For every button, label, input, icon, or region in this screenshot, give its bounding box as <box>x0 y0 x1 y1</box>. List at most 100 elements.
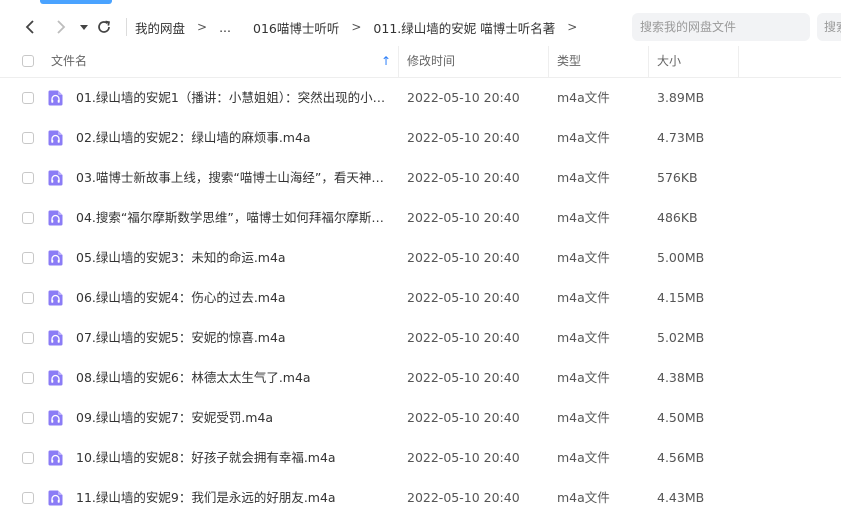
column-header-name[interactable]: 文件名 <box>51 46 87 77</box>
row-checkbox[interactable] <box>22 492 34 504</box>
column-divider[interactable] <box>398 46 399 77</box>
file-name[interactable]: 06.绿山墙的安妮4：伤心的过去.m4a <box>76 278 390 318</box>
table-row[interactable]: 07.绿山墙的安妮5：安妮的惊喜.m4a 2022-05-10 20:40 m4… <box>0 318 841 358</box>
table-row[interactable]: 09.绿山墙的安妮7：安妮受罚.m4a 2022-05-10 20:40 m4a… <box>0 398 841 438</box>
breadcrumb-separator-icon: > <box>197 20 208 34</box>
table-row[interactable]: 02.绿山墙的安妮2：绿山墙的麻烦事.m4a 2022-05-10 20:40 … <box>0 118 841 158</box>
top-tab-accent <box>40 0 112 4</box>
file-type: m4a文件 <box>557 170 610 185</box>
file-type: m4a文件 <box>557 370 610 385</box>
file-size: 4.73MB <box>657 130 705 145</box>
file-list: 01.绿山墙的安妮1（播讲：小慧姐姐）：突然出现的小女孩.m4a 2022-05… <box>0 78 841 518</box>
table-row[interactable]: 06.绿山墙的安妮4：伤心的过去.m4a 2022-05-10 20:40 m4… <box>0 278 841 318</box>
row-checkbox[interactable] <box>22 412 34 424</box>
file-name[interactable]: 08.绿山墙的安妮6：林德太太生气了.m4a <box>76 358 390 398</box>
breadcrumb-item-ellipsis[interactable]: ... <box>211 20 239 35</box>
breadcrumb-dropdown-icon[interactable]: > <box>563 20 581 34</box>
breadcrumb-item-root[interactable]: 我的网盘 <box>127 18 193 37</box>
file-size: 486KB <box>657 210 698 225</box>
sort-up-arrow-icon[interactable]: ↑ <box>381 46 391 77</box>
table-row[interactable]: 08.绿山墙的安妮6：林德太太生气了.m4a 2022-05-10 20:40 … <box>0 358 841 398</box>
row-checkbox[interactable] <box>22 452 34 464</box>
column-divider[interactable] <box>738 46 739 77</box>
table-row[interactable]: 05.绿山墙的安妮3：未知的命运.m4a 2022-05-10 20:40 m4… <box>0 238 841 278</box>
file-modified-time: 2022-05-10 20:40 <box>407 130 520 145</box>
file-modified-time: 2022-05-10 20:40 <box>407 330 520 345</box>
file-modified-time: 2022-05-10 20:40 <box>407 90 520 105</box>
breadcrumb: 我的网盘 > ... 016喵博士听听 > 011.绿山墙的安妮 喵博士听名著 … <box>127 8 631 46</box>
breadcrumb-separator-icon: > <box>351 20 362 34</box>
file-modified-time: 2022-05-10 20:40 <box>407 450 520 465</box>
file-name[interactable]: 10.绿山墙的安妮8：好孩子就会拥有幸福.m4a <box>76 438 390 478</box>
column-header-modified[interactable]: 修改时间 <box>407 46 455 77</box>
audio-file-icon <box>48 90 63 106</box>
search-input[interactable] <box>632 13 810 41</box>
file-name[interactable]: 07.绿山墙的安妮5：安妮的惊喜.m4a <box>76 318 390 358</box>
table-row[interactable]: 03.喵博士新故事上线，搜索“喵博士山海经”，看天神大战.m4a 2022-05… <box>0 158 841 198</box>
file-type: m4a文件 <box>557 210 610 225</box>
file-name[interactable]: 05.绿山墙的安妮3：未知的命运.m4a <box>76 238 390 278</box>
audio-file-icon <box>48 410 63 426</box>
file-type: m4a文件 <box>557 450 610 465</box>
refresh-icon[interactable] <box>94 17 114 37</box>
row-checkbox[interactable] <box>22 212 34 224</box>
table-row[interactable]: 11.绿山墙的安妮9：我们是永远的好朋友.m4a 2022-05-10 20:4… <box>0 478 841 518</box>
file-type: m4a文件 <box>557 90 610 105</box>
file-name[interactable]: 04.搜索“福尔摩斯数学思维”，喵博士如何拜福尔摩斯为师.m4a <box>76 198 390 238</box>
row-checkbox[interactable] <box>22 92 34 104</box>
file-modified-time: 2022-05-10 20:40 <box>407 370 520 385</box>
file-type: m4a文件 <box>557 290 610 305</box>
column-header-size[interactable]: 大小 <box>657 46 681 77</box>
file-modified-time: 2022-05-10 20:40 <box>407 210 520 225</box>
file-size: 5.02MB <box>657 330 705 345</box>
file-size: 4.50MB <box>657 410 705 425</box>
row-checkbox[interactable] <box>22 172 34 184</box>
row-checkbox[interactable] <box>22 332 34 344</box>
search-box <box>632 13 810 41</box>
file-size: 5.00MB <box>657 250 705 265</box>
column-header-type[interactable]: 类型 <box>557 46 581 77</box>
file-modified-time: 2022-05-10 20:40 <box>407 410 520 425</box>
file-modified-time: 2022-05-10 20:40 <box>407 490 520 505</box>
audio-file-icon <box>48 250 63 266</box>
row-checkbox[interactable] <box>22 252 34 264</box>
file-type: m4a文件 <box>557 410 610 425</box>
file-modified-time: 2022-05-10 20:40 <box>407 250 520 265</box>
audio-file-icon <box>48 490 63 506</box>
file-size: 3.89MB <box>657 90 705 105</box>
breadcrumb-item-folder[interactable]: 016喵博士听听 <box>239 18 347 37</box>
file-name[interactable]: 09.绿山墙的安妮7：安妮受罚.m4a <box>76 398 390 438</box>
row-checkbox[interactable] <box>22 132 34 144</box>
caret-down-icon[interactable] <box>74 17 94 37</box>
table-row[interactable]: 04.搜索“福尔摩斯数学思维”，喵博士如何拜福尔摩斯为师.m4a 2022-05… <box>0 198 841 238</box>
column-divider[interactable] <box>648 46 649 77</box>
table-header: 文件名 ↑ 修改时间 类型 大小 <box>0 46 841 78</box>
chevron-right-icon[interactable] <box>51 17 71 37</box>
file-type: m4a文件 <box>557 330 610 345</box>
file-modified-time: 2022-05-10 20:40 <box>407 290 520 305</box>
row-checkbox[interactable] <box>22 292 34 304</box>
file-name[interactable]: 03.喵博士新故事上线，搜索“喵博士山海经”，看天神大战.m4a <box>76 158 390 198</box>
file-size: 576KB <box>657 170 698 185</box>
file-type: m4a文件 <box>557 490 610 505</box>
row-checkbox[interactable] <box>22 372 34 384</box>
chevron-left-icon[interactable] <box>20 17 40 37</box>
file-size: 4.38MB <box>657 370 705 385</box>
file-size: 4.56MB <box>657 450 705 465</box>
file-name[interactable]: 01.绿山墙的安妮1（播讲：小慧姐姐）：突然出现的小女孩.m4a <box>76 78 390 118</box>
breadcrumb-item-current[interactable]: 011.绿山墙的安妮 喵博士听名著 <box>365 18 563 37</box>
table-row[interactable]: 01.绿山墙的安妮1（播讲：小慧姐姐）：突然出现的小女孩.m4a 2022-05… <box>0 78 841 118</box>
audio-file-icon <box>48 290 63 306</box>
file-name[interactable]: 02.绿山墙的安妮2：绿山墙的麻烦事.m4a <box>76 118 390 158</box>
audio-file-icon <box>48 170 63 186</box>
column-divider[interactable] <box>548 46 549 77</box>
file-size: 4.43MB <box>657 490 705 505</box>
file-modified-time: 2022-05-10 20:40 <box>407 170 520 185</box>
search-button[interactable]: 搜索 <box>817 13 841 41</box>
file-type: m4a文件 <box>557 130 610 145</box>
audio-file-icon <box>48 370 63 386</box>
table-row[interactable]: 10.绿山墙的安妮8：好孩子就会拥有幸福.m4a 2022-05-10 20:4… <box>0 438 841 478</box>
file-name[interactable]: 11.绿山墙的安妮9：我们是永远的好朋友.m4a <box>76 478 390 518</box>
select-all-checkbox[interactable] <box>22 55 34 67</box>
navigation-bar: 我的网盘 > ... 016喵博士听听 > 011.绿山墙的安妮 喵博士听名著 … <box>0 8 841 46</box>
